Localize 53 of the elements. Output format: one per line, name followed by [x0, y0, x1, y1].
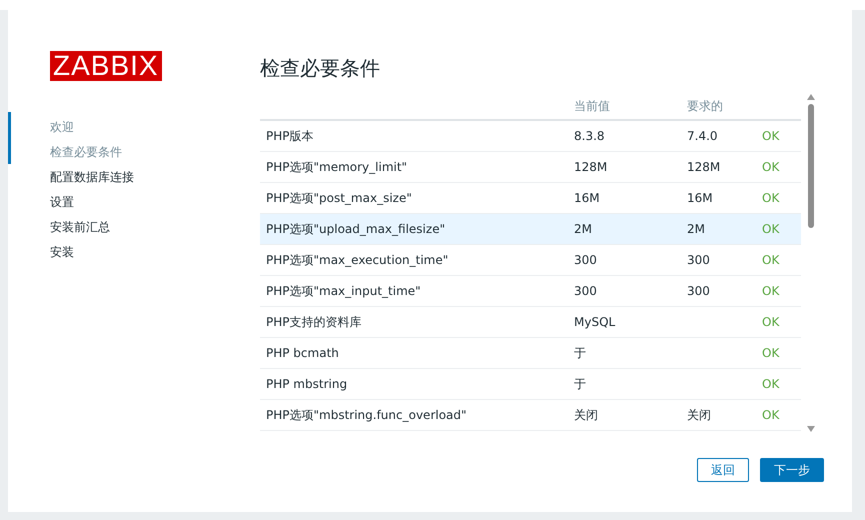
status-text: OK [761, 222, 780, 236]
column-header: 要求的 [686, 98, 724, 115]
table-cell: 300 [574, 284, 597, 298]
table-cell: 16M [687, 191, 713, 205]
table-cell-text: PHP选项"memory_limit" [265, 158, 408, 176]
table-cell: 300 [574, 253, 597, 267]
table-cell-text: PHP选项"upload_max_filesize" [265, 220, 446, 238]
table-cell: 2M [574, 222, 592, 236]
table-cell-text: PHP bcmath [265, 346, 340, 360]
status-text: OK [761, 160, 780, 174]
table-cell-text: PHP选项"post_max_size" [265, 190, 413, 206]
status-text: OK [761, 191, 780, 205]
table-cell: 8.3.8 [574, 129, 605, 143]
table-cell: 2M [687, 222, 705, 236]
status-text: OK [761, 253, 780, 267]
table-cell: 关闭 [574, 408, 598, 422]
status-text: OK [761, 377, 780, 391]
next-button[interactable]: 下一步 [760, 458, 824, 482]
page-title: 检查必要条件 [260, 55, 381, 82]
table-cell: MySQL [574, 315, 616, 329]
step-item: 欢迎 [50, 119, 75, 136]
step-item: 安装 [50, 244, 75, 261]
status-text: OK [761, 346, 780, 360]
step-item: 设置 [50, 194, 75, 211]
logo: ZABBIX [50, 51, 162, 81]
table-cell-text: PHP支持的资料库 [265, 314, 362, 330]
step-item: 检查必要条件 [50, 144, 123, 161]
status-text: OK [761, 408, 780, 422]
table-cell: 16M [574, 191, 600, 205]
table-cell: 于 [574, 376, 586, 390]
table-cell-text: PHP版本 [265, 128, 314, 144]
table-cell: 300 [687, 284, 710, 298]
table-cell-text: PHP选项"mbstring.func_overload" [265, 406, 468, 424]
table-cell: 关闭 [687, 408, 711, 422]
step-item: 配置数据库连接 [50, 169, 135, 186]
status-text: OK [761, 315, 780, 329]
scrollbar-thumb[interactable] [808, 104, 814, 228]
table-cell: 于 [574, 346, 586, 360]
table-cell-text: PHP选项"max_input_time" [265, 282, 422, 300]
scroll-up-icon[interactable] [807, 94, 815, 100]
table-cell: 300 [687, 253, 710, 267]
status-text: OK [761, 284, 780, 298]
back-button[interactable]: 返回 [697, 458, 749, 482]
column-header: 当前值 [573, 98, 611, 115]
table-cell: 128M [574, 160, 608, 174]
table-cell-text: PHP选项"max_execution_time" [265, 252, 450, 268]
scroll-down-icon[interactable] [807, 426, 815, 432]
table-cell: 7.4.0 [687, 129, 718, 143]
table-cell-text: PHP mbstring [265, 377, 348, 391]
step-item: 安装前汇总 [50, 219, 111, 236]
progress-indicator [8, 112, 11, 164]
table-cell: 128M [687, 160, 720, 174]
status-text: OK [761, 129, 780, 143]
